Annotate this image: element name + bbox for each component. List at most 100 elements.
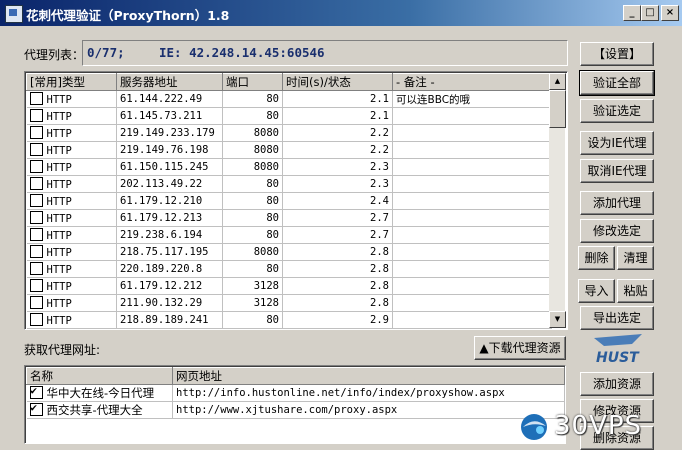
maximize-button[interactable]: □ — [641, 5, 659, 21]
close-button[interactable]: × — [661, 5, 679, 21]
table-row[interactable]: HTTP 211.90.132.29 3128 2.8 — [26, 294, 552, 312]
cell-type-text: HTTP — [46, 315, 72, 327]
scroll-down-icon[interactable]: ▼ — [549, 311, 566, 328]
cell-note — [392, 141, 552, 159]
cancel-ie-proxy-button[interactable]: 取消IE代理 — [580, 159, 654, 183]
cell-type: HTTP — [26, 277, 117, 295]
table-row[interactable]: HTTP 61.144.222.49 80 2.1 可以连BBC的哦 — [26, 90, 552, 108]
cell-addr-text: 61.179.12.213 — [120, 212, 203, 224]
col-header-address[interactable]: 服务器地址 — [116, 73, 223, 91]
verify-selected-button[interactable]: 验证选定 — [580, 99, 654, 123]
row-checkbox[interactable] — [29, 313, 43, 326]
source-name-text: 西交共享-代理大全 — [46, 403, 143, 417]
row-checkbox[interactable] — [29, 109, 43, 122]
cell-type: HTTP — [26, 192, 117, 210]
col-header-note[interactable]: - 备注 - — [392, 73, 552, 91]
import-button[interactable]: 导入 — [578, 279, 615, 303]
cell-port-text: 8080 — [253, 144, 279, 156]
row-checkbox[interactable] — [29, 211, 43, 224]
table-row[interactable]: HTTP 61.150.115.245 8080 2.3 — [26, 158, 552, 176]
col-header-name[interactable]: 名称 — [26, 367, 173, 385]
cell-port: 3128 — [222, 277, 283, 295]
row-checkbox[interactable] — [29, 194, 43, 207]
row-checkbox[interactable] — [29, 228, 43, 241]
cell-note — [392, 158, 552, 176]
row-checkbox[interactable] — [29, 160, 43, 173]
cell-type: HTTP — [26, 141, 117, 159]
row-checkbox[interactable] — [29, 177, 43, 190]
scroll-thumb[interactable] — [549, 90, 566, 128]
source-table[interactable]: 名称 网页地址 华中大在线-今日代理 http://info.hustonline… — [24, 365, 566, 444]
source-row[interactable]: 西交共享-代理大全 http://www.xjtushare.com/proxy.… — [26, 401, 565, 419]
hust-logo: HUST — [588, 332, 648, 368]
verify-all-button[interactable]: 验证全部 — [579, 70, 655, 96]
title-bar[interactable]: 花刺代理验证（ProxyThorn）1.8 _ □ × — [0, 0, 682, 26]
cell-type: HTTP — [26, 294, 117, 312]
table-row[interactable]: HTTP 61.179.12.212 3128 2.8 — [26, 277, 552, 295]
cell-type-text: HTTP — [46, 196, 72, 208]
col-header-type[interactable]: [常用]类型 — [26, 73, 117, 91]
cell-addr-text: 61.145.73.211 — [120, 110, 203, 122]
edit-selected-button[interactable]: 修改选定 — [580, 219, 654, 243]
source-checkbox[interactable] — [29, 385, 43, 399]
cell-note — [392, 260, 552, 278]
row-checkbox[interactable] — [29, 126, 43, 139]
row-checkbox[interactable] — [29, 262, 43, 275]
source-checkbox[interactable] — [29, 402, 43, 416]
paste-button[interactable]: 粘贴 — [617, 279, 654, 303]
proxy-count: 0/77; — [87, 45, 125, 60]
scroll-up-icon[interactable]: ▲ — [549, 73, 566, 90]
cell-note — [392, 124, 552, 142]
cell-port-text: 80 — [266, 314, 279, 326]
table-row[interactable]: HTTP 219.238.6.194 80 2.7 — [26, 226, 552, 244]
cell-type: HTTP — [26, 158, 117, 176]
table-row[interactable]: HTTP 61.145.73.211 80 2.1 — [26, 107, 552, 125]
cell-port: 8080 — [222, 141, 283, 159]
row-checkbox[interactable] — [29, 245, 43, 258]
minimize-button[interactable]: _ — [623, 5, 641, 21]
col-header-url[interactable]: 网页地址 — [172, 367, 565, 385]
source-name-text: 华中大在线-今日代理 — [46, 386, 155, 400]
cell-time-text: 2.9 — [370, 314, 389, 326]
table-row[interactable]: HTTP 218.89.189.241 80 2.9 — [26, 311, 552, 329]
cell-addr: 61.179.12.210 — [116, 192, 223, 210]
download-source-button[interactable]: ▲下载代理资源 — [474, 336, 566, 360]
cell-addr-text: 219.238.6.194 — [120, 229, 203, 241]
col-header-port[interactable]: 端口 — [222, 73, 283, 91]
cell-time-text: 2.7 — [370, 212, 389, 224]
cell-type-text: HTTP — [46, 230, 72, 242]
row-checkbox[interactable] — [29, 143, 43, 156]
table-row[interactable]: HTTP 220.189.220.8 80 2.8 — [26, 260, 552, 278]
cell-addr: 61.150.115.245 — [116, 158, 223, 176]
cell-type-text: HTTP — [46, 281, 72, 293]
settings-button[interactable]: 【设置】 — [580, 42, 654, 66]
source-row[interactable]: 华中大在线-今日代理 http://info.hustonline.net/inf… — [26, 384, 565, 402]
cell-type: HTTP — [26, 243, 117, 261]
add-source-button[interactable]: 添加资源 — [580, 372, 654, 396]
set-ie-proxy-button[interactable]: 设为IE代理 — [580, 131, 654, 155]
row-checkbox[interactable] — [29, 296, 43, 309]
add-proxy-button[interactable]: 添加代理 — [580, 191, 654, 215]
cell-type-text: HTTP — [46, 162, 72, 174]
table-row[interactable]: HTTP 219.149.76.198 8080 2.2 — [26, 141, 552, 159]
cell-addr: 218.75.117.195 — [116, 243, 223, 261]
cell-note: 可以连BBC的哦 — [392, 90, 552, 108]
export-selected-button[interactable]: 导出选定 — [580, 306, 654, 330]
table-row[interactable]: HTTP 61.179.12.210 80 2.4 — [26, 192, 552, 210]
col-header-time[interactable]: 时间(s)/状态 — [282, 73, 393, 91]
cell-addr-text: 211.90.132.29 — [120, 297, 203, 309]
cell-port: 80 — [222, 192, 283, 210]
cell-addr: 61.179.12.213 — [116, 209, 223, 227]
row-checkbox[interactable] — [29, 279, 43, 292]
delete-button[interactable]: 删除 — [578, 246, 615, 270]
clean-button[interactable]: 清理 — [617, 246, 654, 270]
proxy-table[interactable]: [常用]类型 服务器地址 端口 时间(s)/状态 - 备注 - HTTP 61.1… — [24, 71, 568, 330]
cell-addr-text: 219.149.76.198 — [120, 144, 209, 156]
cell-port: 80 — [222, 209, 283, 227]
table-row[interactable]: HTTP 61.179.12.213 80 2.7 — [26, 209, 552, 227]
table-row[interactable]: HTTP 202.113.49.22 80 2.3 — [26, 175, 552, 193]
table-row[interactable]: HTTP 218.75.117.195 8080 2.8 — [26, 243, 552, 261]
table-row[interactable]: HTTP 219.149.233.179 8080 2.2 — [26, 124, 552, 142]
row-checkbox[interactable] — [29, 92, 43, 105]
table-scrollbar[interactable]: ▲ ▼ — [549, 73, 566, 328]
